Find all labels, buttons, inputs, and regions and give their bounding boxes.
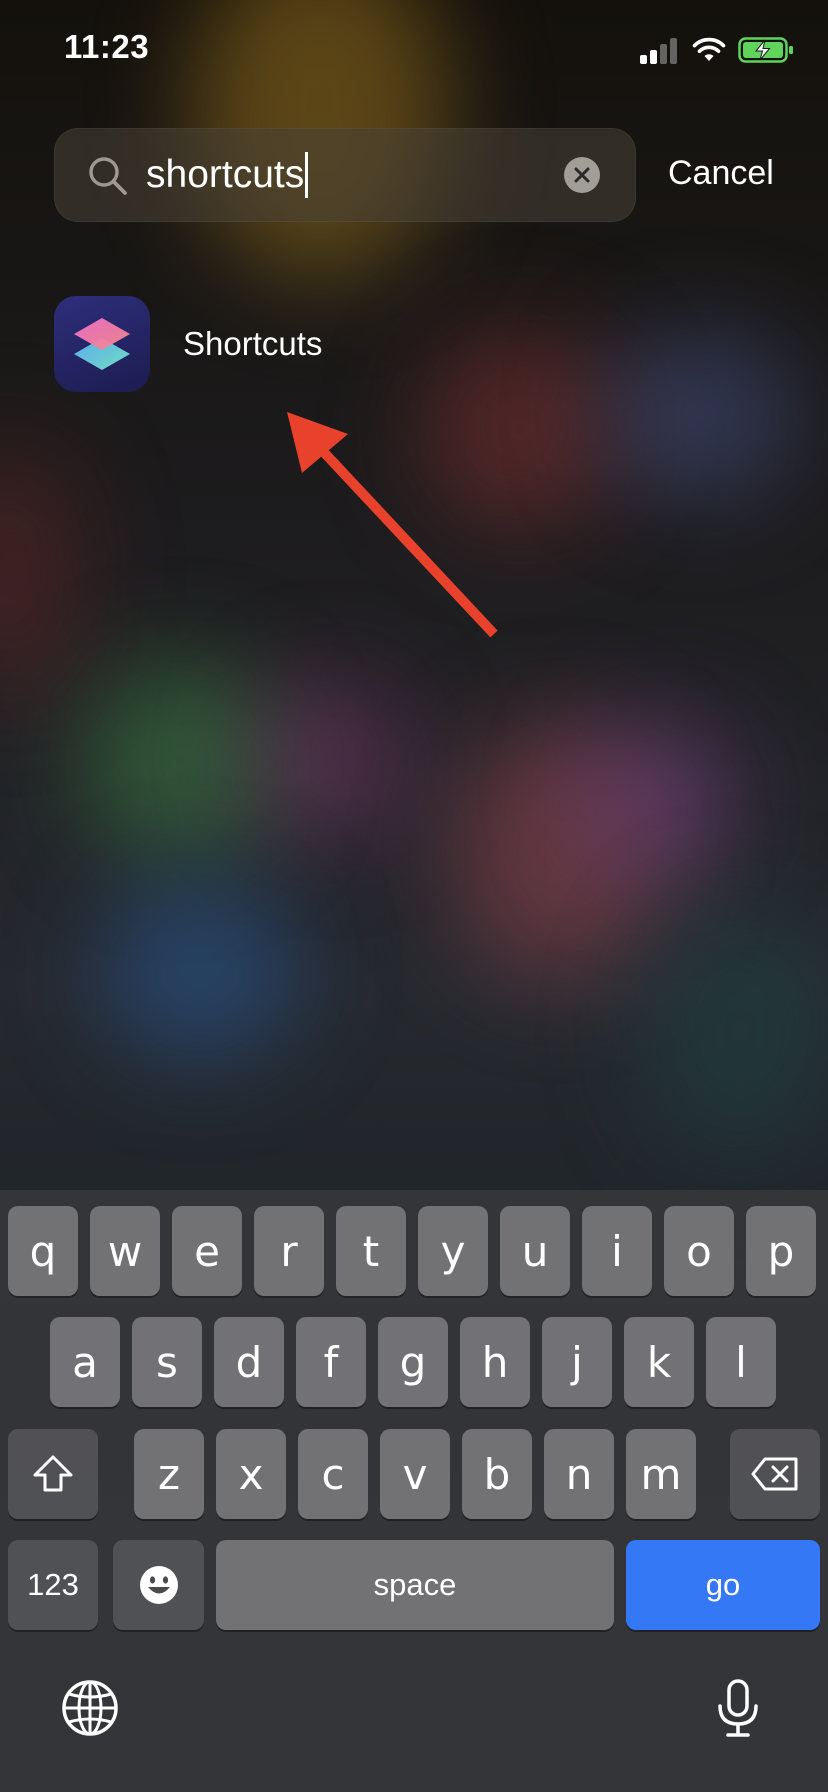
key-j[interactable]: j xyxy=(542,1317,612,1407)
cellular-signal-icon xyxy=(640,36,680,64)
key-h[interactable]: h xyxy=(460,1317,530,1407)
app-result-name[interactable]: Shortcuts xyxy=(183,325,322,363)
globe-icon[interactable] xyxy=(60,1678,120,1738)
numbers-key[interactable]: 123 xyxy=(8,1540,98,1630)
key-m[interactable]: m xyxy=(626,1429,696,1519)
key-b[interactable]: b xyxy=(462,1429,532,1519)
key-u[interactable]: u xyxy=(500,1206,570,1296)
key-f[interactable]: f xyxy=(296,1317,366,1407)
status-time: 11:23 xyxy=(64,28,150,65)
key-n[interactable]: n xyxy=(544,1429,614,1519)
key-o[interactable]: o xyxy=(664,1206,734,1296)
key-v[interactable]: v xyxy=(380,1429,450,1519)
clear-icon xyxy=(574,167,590,183)
key-w[interactable]: w xyxy=(90,1206,160,1296)
shift-icon xyxy=(33,1455,73,1492)
search-query: shortcuts xyxy=(146,153,305,196)
key-z[interactable]: z xyxy=(134,1429,204,1519)
key-l[interactable]: l xyxy=(706,1317,776,1407)
shift-key[interactable] xyxy=(8,1429,98,1519)
keyboard: 123 space go qwertyuiop asdfghjkl zxcvbnm xyxy=(0,1190,828,1792)
key-e[interactable]: e xyxy=(172,1206,242,1296)
battery-charging-icon xyxy=(738,37,793,63)
clear-button[interactable] xyxy=(564,157,600,193)
key-i[interactable]: i xyxy=(582,1206,652,1296)
search-field[interactable]: shortcuts xyxy=(54,128,636,222)
text-cursor xyxy=(305,152,309,198)
cancel-button[interactable]: Cancel xyxy=(668,154,774,193)
status-icons xyxy=(640,34,794,66)
shortcuts-logo-icon xyxy=(74,318,130,370)
key-s[interactable]: s xyxy=(132,1317,202,1407)
key-t[interactable]: t xyxy=(336,1206,406,1296)
shortcuts-app-icon[interactable] xyxy=(54,296,150,392)
key-g[interactable]: g xyxy=(378,1317,448,1407)
key-p[interactable]: p xyxy=(746,1206,816,1296)
emoji-key[interactable] xyxy=(113,1540,204,1630)
key-q[interactable]: q xyxy=(8,1206,78,1296)
backspace-key[interactable] xyxy=(730,1429,820,1519)
microphone-icon[interactable] xyxy=(708,1678,768,1738)
go-key[interactable]: go xyxy=(626,1540,820,1630)
key-a[interactable]: a xyxy=(50,1317,120,1407)
search-icon xyxy=(89,157,127,195)
search-input[interactable]: shortcuts xyxy=(146,150,309,200)
emoji-icon xyxy=(139,1566,178,1604)
key-c[interactable]: c xyxy=(298,1429,368,1519)
key-x[interactable]: x xyxy=(216,1429,286,1519)
wifi-icon xyxy=(692,37,726,61)
key-k[interactable]: k xyxy=(624,1317,694,1407)
backspace-icon xyxy=(751,1457,798,1491)
key-d[interactable]: d xyxy=(214,1317,284,1407)
space-key[interactable]: space xyxy=(216,1540,614,1630)
key-y[interactable]: y xyxy=(418,1206,488,1296)
key-r[interactable]: r xyxy=(254,1206,324,1296)
